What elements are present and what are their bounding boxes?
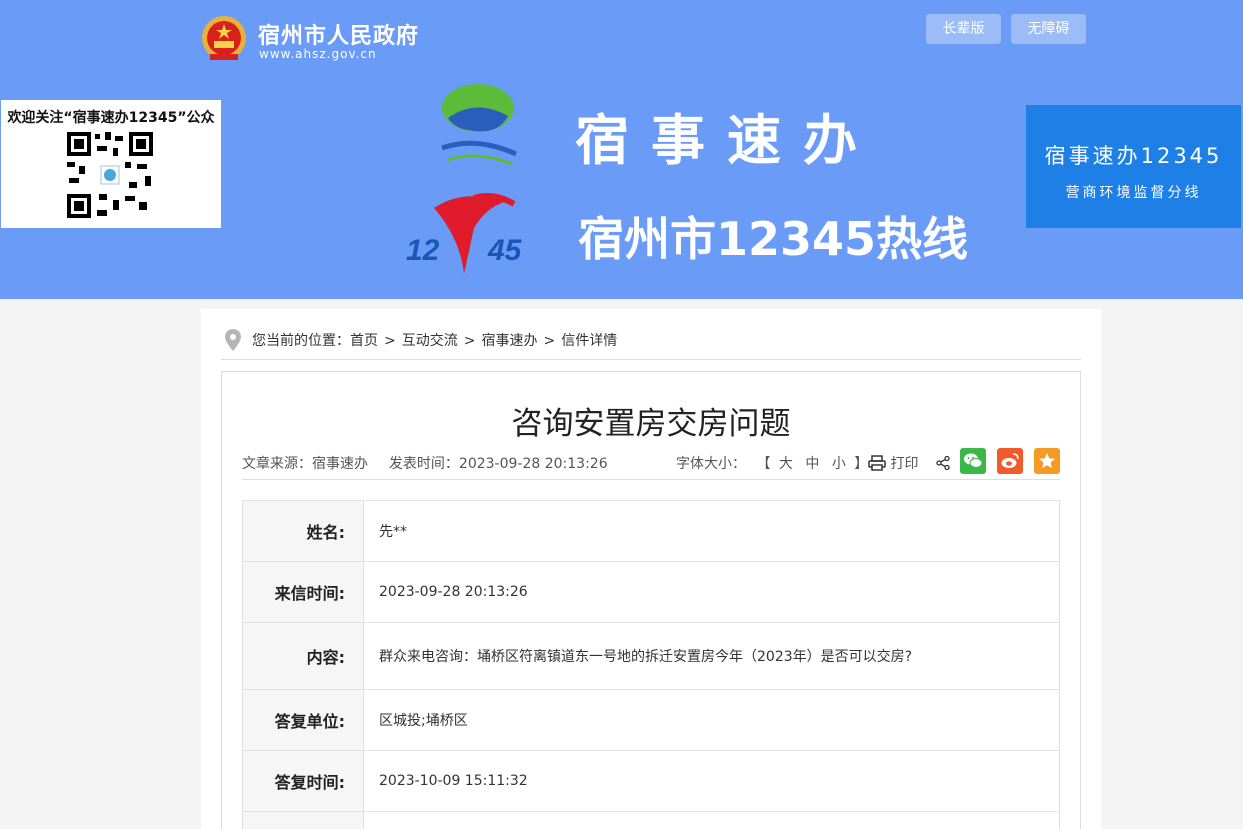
printer-icon: [868, 455, 886, 471]
article-meta: 文章来源：宿事速办 发表时间：2023-09-28 20:13:26 字体大小：…: [242, 448, 1060, 480]
table-row: 来信时间: 2023-09-28 20:13:26: [242, 561, 1060, 623]
row-value: 先**: [363, 500, 1060, 562]
breadcrumb-separator: >: [543, 333, 556, 349]
row-value: 2023-10-09 15:11:32: [363, 750, 1060, 812]
source-label: 文章来源：: [242, 456, 312, 472]
location-pin-icon: [225, 329, 241, 351]
breadcrumb-home[interactable]: 首页: [350, 333, 378, 349]
publish-time-value: 2023-09-28 20:13:26: [458, 456, 608, 472]
row-label: 内容:: [242, 622, 364, 690]
table-row: 答复时间: 2023-10-09 15:11:32: [242, 750, 1060, 812]
font-size-label: 字体大小：: [676, 456, 746, 472]
font-size-bracket-close: 】: [854, 456, 869, 472]
font-size-large[interactable]: 大: [779, 456, 793, 472]
wechat-share-button[interactable]: [960, 448, 986, 474]
weibo-share-button[interactable]: [997, 448, 1023, 474]
hotline-12345-logo-icon: 12 45: [406, 193, 523, 274]
print-button[interactable]: 打印: [868, 453, 918, 473]
breadcrumb-interaction[interactable]: 互动交流: [402, 333, 458, 349]
share-icon[interactable]: [936, 456, 950, 470]
row-value: 群众来电咨询：埇桥区符离镇道东一号地的拆迁安置房今年（2023年）是否可以交房?: [363, 622, 1060, 690]
row-label: 来信时间:: [242, 561, 364, 623]
favorite-button[interactable]: [1034, 448, 1060, 474]
table-row: 内容: 群众来电咨询：埇桥区符离镇道东一号地的拆迁安置房今年（2023年）是否可…: [242, 622, 1060, 690]
svg-text:12: 12: [406, 234, 440, 267]
breadcrumb-separator: >: [463, 333, 476, 349]
national-emblem-icon: [202, 16, 246, 60]
site-title[interactable]: 宿州市人民政府: [258, 18, 419, 50]
breadcrumb-letter-detail[interactable]: 信件详情: [561, 333, 617, 349]
source-value: 宿事速办: [312, 456, 368, 472]
article-title: 咨询安置房交房问题: [511, 406, 791, 442]
font-size-medium[interactable]: 中: [805, 456, 819, 472]
elder-mode-button[interactable]: 长辈版: [926, 14, 1001, 44]
row-value: 区城投;埇桥区: [363, 689, 1060, 751]
publish-time-label: 发表时间：: [388, 456, 459, 472]
svg-text:45: 45: [487, 234, 523, 267]
side-card-subtitle: 营商环境监督分线: [1065, 185, 1202, 201]
site-url: www.ahsz.gov.cn: [259, 47, 377, 61]
print-label: 打印: [890, 456, 919, 472]
business-env-card[interactable]: 宿事速办12345 营商环境监督分线: [1026, 105, 1241, 228]
wechat-qr-panel: 欢迎关注“宿事速办12345”公众号: [1, 100, 221, 228]
row-label: 答复时间:: [242, 750, 364, 812]
article-panel: 咨询安置房交房问题 文章来源：宿事速办 发表时间：2023-09-28 20:1…: [221, 371, 1081, 829]
wechat-icon: [964, 453, 983, 468]
breadcrumb-sushi[interactable]: 宿事速办: [481, 333, 537, 349]
site-header: 宿州市人民政府 www.ahsz.gov.cn 长辈版 无障碍 欢迎关注“宿事速…: [0, 0, 1243, 299]
qr-code-icon: [65, 130, 155, 220]
table-row: 答复单位: 区城投;埇桥区: [242, 689, 1060, 751]
accessibility-button[interactable]: 无障碍: [1011, 14, 1086, 44]
breadcrumb: 您当前的位置：首页 > 互动交流 > 宿事速办 > 信件详情: [221, 327, 1081, 360]
main-content: 您当前的位置：首页 > 互动交流 > 宿事速办 > 信件详情 咨询安置房交房问题 文章来源：…: [201, 309, 1101, 829]
table-row: [242, 811, 1060, 829]
banner-title-hotline: 宿州市12345热线: [578, 212, 969, 266]
breadcrumb-separator: >: [384, 333, 396, 349]
weibo-icon: [1001, 453, 1019, 468]
row-label: 答复单位:: [242, 689, 364, 751]
font-size-small[interactable]: 小: [832, 456, 846, 472]
row-label: 姓名:: [242, 500, 364, 562]
table-row: 姓名: 先**: [242, 500, 1060, 562]
breadcrumb-prefix: 您当前的位置：: [252, 333, 350, 349]
letter-details-table: 姓名: 先** 来信时间: 2023-09-28 20:13:26 内容: 群众…: [242, 500, 1060, 829]
banner-title-sushi: 宿事速办: [575, 109, 879, 172]
font-size-bracket-open: 【: [756, 456, 771, 472]
star-icon: [1039, 453, 1055, 469]
sushi-logo-icon: [441, 84, 518, 166]
font-size-control: 字体大小： 【 大 中 小 】: [676, 453, 868, 473]
row-value: 2023-09-28 20:13:26: [363, 561, 1060, 623]
side-card-title: 宿事速办12345: [1044, 144, 1223, 168]
